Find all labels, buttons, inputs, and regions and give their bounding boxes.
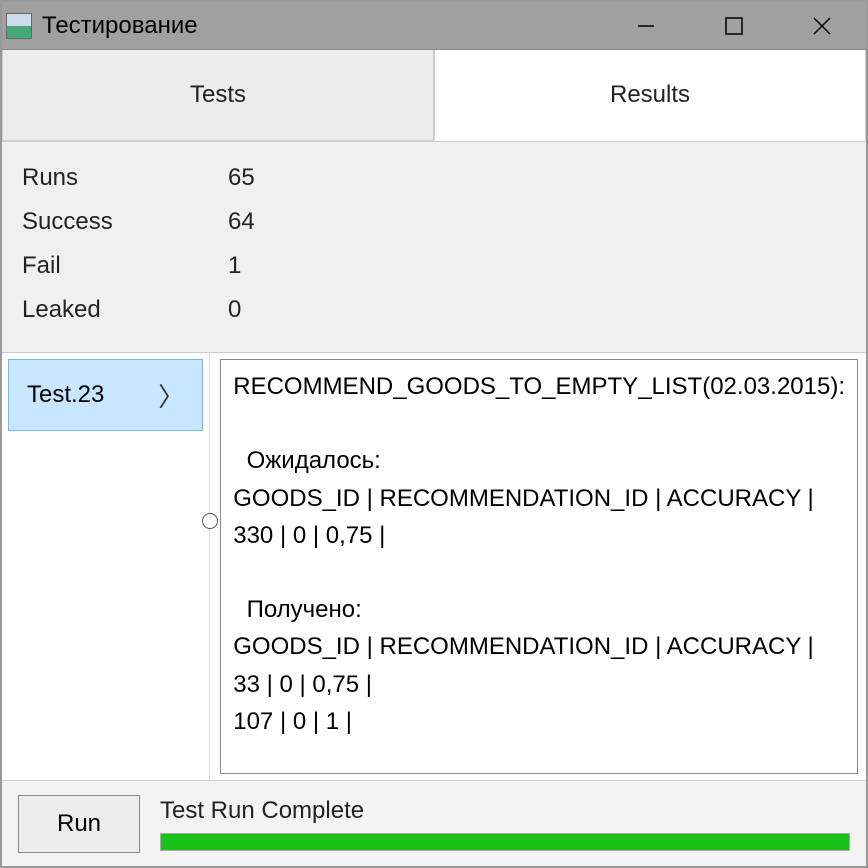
run-button[interactable]: Run bbox=[18, 795, 140, 853]
status-text: Test Run Complete bbox=[160, 797, 850, 825]
stat-success: Success 64 bbox=[22, 208, 846, 236]
status-column: Test Run Complete bbox=[160, 797, 850, 851]
app-icon bbox=[6, 13, 32, 39]
test-item-label: Test.23 bbox=[27, 381, 104, 409]
stat-leaked-value: 0 bbox=[228, 296, 241, 324]
stat-leaked-label: Leaked bbox=[22, 296, 228, 324]
stat-fail: Fail 1 bbox=[22, 252, 846, 280]
chevron-right-icon: 〉 bbox=[158, 377, 184, 414]
titlebar: Тестирование bbox=[2, 2, 866, 50]
stat-success-value: 64 bbox=[228, 208, 255, 236]
maximize-icon bbox=[723, 15, 745, 37]
window-title: Тестирование bbox=[42, 12, 602, 40]
progress-fill bbox=[161, 834, 849, 850]
maximize-button[interactable] bbox=[690, 2, 778, 49]
details-pane: RECOMMEND_GOODS_TO_EMPTY_LIST(02.03.2015… bbox=[210, 353, 866, 780]
window-controls bbox=[602, 2, 866, 49]
stat-leaked: Leaked 0 bbox=[22, 296, 846, 324]
close-button[interactable] bbox=[778, 2, 866, 49]
tab-tests[interactable]: Tests bbox=[2, 50, 434, 141]
stat-runs-label: Runs bbox=[22, 164, 228, 192]
stat-runs: Runs 65 bbox=[22, 164, 846, 192]
tab-bar: Tests Results bbox=[2, 50, 866, 142]
minimize-icon bbox=[635, 15, 657, 37]
progress-bar bbox=[160, 833, 850, 851]
minimize-button[interactable] bbox=[602, 2, 690, 49]
stats-panel: Runs 65 Success 64 Fail 1 Leaked 0 bbox=[2, 142, 866, 353]
body-panel: Test.23 〉 RECOMMEND_GOODS_TO_EMPTY_LIST(… bbox=[2, 353, 866, 780]
stat-fail-value: 1 bbox=[228, 252, 241, 280]
app-window: Тестирование Tests Results Runs 65 Succe… bbox=[0, 0, 868, 868]
stat-success-label: Success bbox=[22, 208, 228, 236]
test-list: Test.23 〉 bbox=[2, 353, 210, 780]
stat-fail-label: Fail bbox=[22, 252, 228, 280]
footer: Run Test Run Complete bbox=[2, 780, 866, 866]
tab-results[interactable]: Results bbox=[434, 50, 866, 141]
stat-runs-value: 65 bbox=[228, 164, 255, 192]
test-item[interactable]: Test.23 〉 bbox=[8, 359, 203, 431]
close-icon bbox=[811, 15, 833, 37]
details-text[interactable]: RECOMMEND_GOODS_TO_EMPTY_LIST(02.03.2015… bbox=[220, 359, 858, 774]
